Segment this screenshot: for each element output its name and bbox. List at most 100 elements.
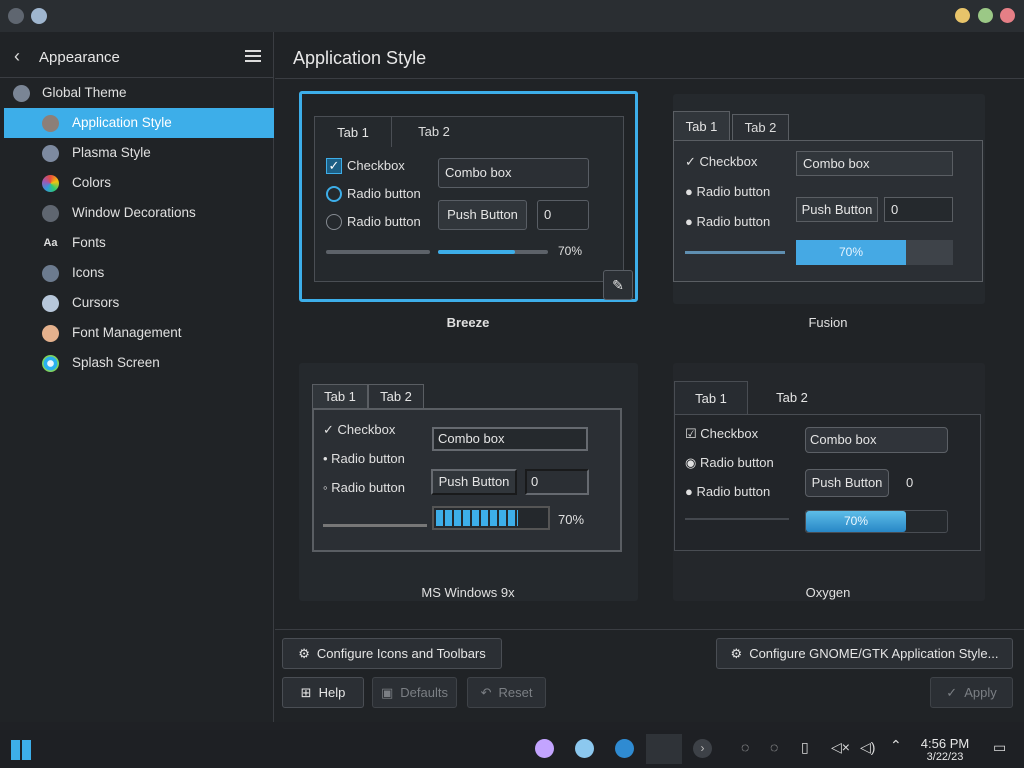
plasma-style-icon [42, 145, 59, 162]
sidebar-item-plasma-style[interactable]: Plasma Style [4, 138, 274, 168]
sidebar-item-application-style[interactable]: Application Style [4, 108, 274, 138]
preview-radio-label: ● Radio button [685, 214, 771, 229]
sidebar-item-label: Font Management [72, 325, 182, 340]
sidebar-item-cursors[interactable]: Cursors [4, 288, 274, 318]
reset-icon: ↶ [480, 684, 492, 700]
sidebar-item-global-theme[interactable]: Global Theme [4, 78, 274, 108]
preview-radio-label: ◦ Radio button [323, 480, 405, 495]
close-button[interactable] [1000, 8, 1015, 23]
users-icon[interactable]: ◌ [770, 739, 778, 755]
preview-tab-1: Tab 1 [673, 111, 730, 140]
style-card-ms-windows-9x[interactable]: Tab 1 Tab 2 ✓ Checkbox • Radio button ◦ … [299, 363, 638, 601]
preview-tab-1: Tab 1 [314, 116, 392, 147]
preview-radio-text: Radio button [696, 184, 771, 199]
style-card-breeze[interactable]: Tab 1 Tab 2 ✓ Checkbox Radio button Radi… [299, 91, 638, 302]
preview-spin-box: 0 [906, 475, 914, 490]
preview-spin-box: 0 [525, 469, 589, 495]
configure-gtk-style-button[interactable]: ⚙ Configure GNOME/GTK Application Style.… [716, 638, 1013, 669]
sidebar-item-icons[interactable]: Icons [4, 258, 274, 288]
style-card-fusion[interactable]: Tab 1 Tab 2 ✓ Checkbox ● Radio button ● … [673, 94, 985, 304]
configure-icons-toolbars-button[interactable]: ⚙ Configure Icons and Toolbars [282, 638, 502, 669]
preview-slider [323, 524, 427, 527]
preview-radio-label: • Radio button [323, 451, 405, 466]
style-caption-breeze: Breeze [446, 315, 490, 330]
preview-tab-2: Tab 2 [776, 390, 808, 405]
help-label: Help [318, 685, 346, 700]
preview-checkbox-text: Checkbox [699, 154, 758, 169]
pin-icon[interactable] [31, 8, 47, 24]
system-settings-window: ‹ Appearance Global Theme Application St… [0, 0, 1024, 722]
preview-checkbox-text: Checkbox [700, 426, 759, 441]
desktop-icon[interactable]: ▭ [993, 739, 1006, 756]
preview-progress-fill [436, 510, 518, 526]
sidebar-item-label: Splash Screen [72, 355, 160, 370]
system-settings-icon[interactable] [646, 734, 682, 764]
preview-progress-label: 70% [558, 512, 585, 527]
style-caption-oxygen: Oxygen [805, 585, 851, 600]
preview-radio-label: ● Radio button [685, 184, 771, 199]
main-panel: Application Style Tab 1 Tab 2 ✓ Checkbox… [275, 32, 1024, 722]
preview-checkbox-label: ☑ Checkbox [685, 426, 759, 441]
preview-spin-box: 0 [537, 200, 589, 230]
clipboard-icon[interactable]: ▯ [801, 739, 809, 756]
start-icon[interactable] [11, 740, 31, 760]
preview-radio-text: Radio button [696, 214, 771, 229]
sidebar-item-font-management[interactable]: Font Management [4, 318, 274, 348]
preview-push-button: Push Button [805, 469, 889, 497]
preview-combo-box: Combo box [432, 427, 588, 451]
maximize-button[interactable] [978, 8, 993, 23]
preview-tab-2: Tab 2 [368, 384, 424, 408]
sidebar: ‹ Appearance Global Theme Application St… [0, 32, 274, 722]
apply-label: Apply [964, 685, 997, 700]
preview-tab-2: Tab 2 [418, 124, 450, 139]
sidebar-item-label: Cursors [72, 295, 120, 310]
splash-screen-icon [42, 355, 59, 372]
colors-icon [42, 175, 59, 192]
sidebar-item-window-decorations[interactable]: Window Decorations [4, 198, 274, 228]
mute-icon[interactable]: ◁× [831, 739, 850, 756]
reset-button[interactable]: ↶ Reset [467, 677, 546, 708]
header-divider [275, 78, 1024, 79]
preview-combo-box: Combo box [438, 158, 589, 188]
sidebar-item-label: Fonts [72, 235, 106, 250]
edit-icon[interactable]: ✎ [603, 270, 633, 300]
style-caption-ms-windows-9x: MS Windows 9x [421, 585, 515, 600]
apply-button[interactable]: ✓ Apply [930, 677, 1013, 708]
help-button[interactable]: ⊞ Help [282, 677, 364, 708]
preview-checkbox-label: Checkbox [347, 158, 405, 173]
style-card-oxygen[interactable]: Tab 1 Tab 2 ☑ Checkbox ◉ Radio button ● … [673, 363, 985, 601]
preview-checkbox-text: Checkbox [337, 422, 396, 437]
preview-slider [685, 251, 785, 254]
application-style-icon [42, 115, 59, 132]
checkbox-icon: ✓ [326, 158, 342, 174]
sidebar-item-fonts[interactable]: Aa Fonts [4, 228, 274, 258]
preview-slider [685, 518, 789, 520]
preview-combo-box: Combo box [805, 427, 948, 453]
up-arrow-icon[interactable]: ⌃ [890, 737, 902, 754]
preview-radio-text: Radio button [331, 480, 405, 495]
defaults-label: Defaults [400, 685, 448, 700]
window-decorations-icon [42, 205, 59, 222]
arrow-icon[interactable]: › [693, 739, 712, 758]
preview-radio-label: ● Radio button [685, 484, 771, 499]
plasma-icon[interactable] [535, 739, 554, 758]
sidebar-item-label: Colors [72, 175, 112, 190]
browser-icon[interactable] [575, 739, 594, 758]
minimize-button[interactable] [955, 8, 970, 23]
volume-icon[interactable]: ◁) [860, 739, 875, 756]
settings-icon[interactable] [615, 739, 634, 758]
clock[interactable]: 4:56 PM 3/22/23 [920, 736, 970, 763]
preview-radio-label: Radio button [347, 186, 421, 201]
sidebar-item-colors[interactable]: Colors [4, 168, 274, 198]
preview-progress-fill: 70% [806, 511, 906, 532]
defaults-button[interactable]: ▣ Defaults [372, 677, 457, 708]
user-icon[interactable]: ◌ [741, 739, 749, 755]
footer-divider [275, 629, 1024, 630]
preview-radio-label: Radio button [347, 214, 421, 229]
hamburger-menu-icon[interactable] [245, 50, 261, 62]
sidebar-item-label: Application Style [72, 115, 172, 130]
taskbar: › ◌ ◌ ▯ ◁× ◁) ⌃ ▭ [0, 730, 1024, 768]
back-icon[interactable]: ‹ [14, 46, 20, 67]
sidebar-item-splash-screen[interactable]: Splash Screen [4, 348, 274, 378]
configure-icon: ⚙ [298, 645, 310, 661]
